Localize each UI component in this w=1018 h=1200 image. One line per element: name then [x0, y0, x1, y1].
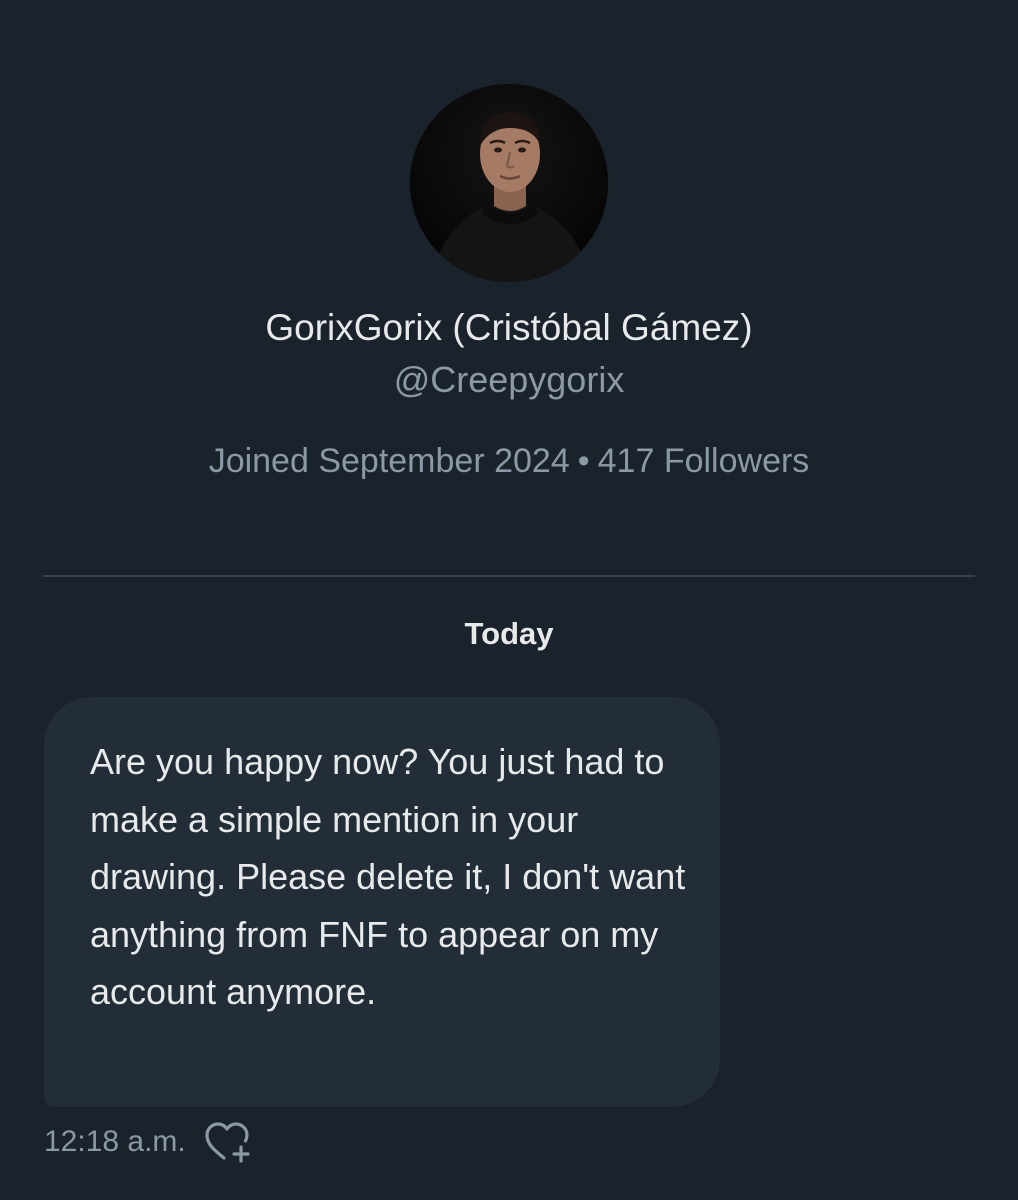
- profile-meta: Joined September 2024 • 417 Followers: [0, 439, 1018, 483]
- day-label: Today: [464, 616, 554, 651]
- meta-separator: •: [577, 442, 590, 480]
- add-reaction-heart-icon[interactable]: [204, 1120, 256, 1164]
- profile-display-name[interactable]: GorixGorix (Cristóbal Gámez): [0, 306, 1018, 350]
- dm-conversation-screen: GorixGorix (Cristóbal Gámez) @Creepygori…: [0, 0, 1018, 1200]
- profile-handle[interactable]: @Creepygorix: [0, 358, 1018, 402]
- message-text: Are you happy now? You just had to make …: [90, 741, 686, 1012]
- message-bubble[interactable]: Are you happy now? You just had to make …: [44, 697, 720, 1107]
- message-timestamp: 12:18 a.m.: [44, 1125, 186, 1158]
- avatar-photo: [410, 84, 608, 282]
- followers-count[interactable]: 417 Followers: [598, 442, 810, 480]
- joined-date: Joined September 2024: [208, 442, 570, 480]
- divider: [43, 575, 975, 577]
- avatar[interactable]: [410, 84, 608, 282]
